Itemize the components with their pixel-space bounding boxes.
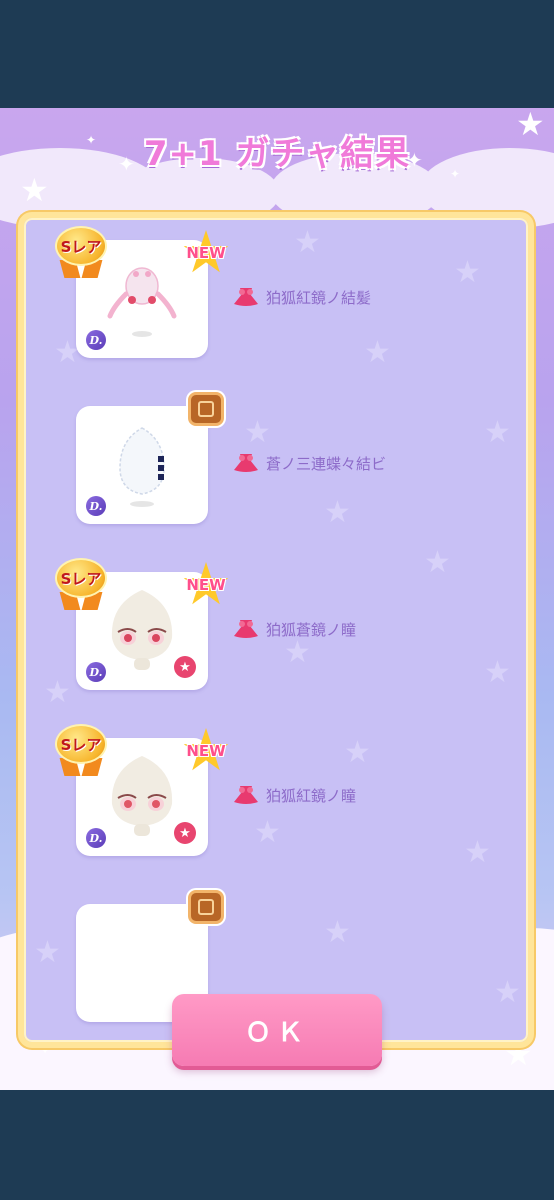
eyes-art [111, 756, 173, 836]
sparkle-icon: ★ [20, 171, 49, 209]
rarity-badge: Sレア [52, 558, 110, 616]
results-list[interactable]: ★ ★ ★ ★ ★ ★ ★ ★ ★ ★ ★ ★ ★ ★ ★ ★ ★ D. Sレア… [18, 212, 534, 1048]
designer-badge: D. [86, 662, 106, 682]
bag-icon [188, 392, 224, 426]
item-name-row: 狛狐蒼鏡ノ瞳 [232, 616, 356, 642]
rarity-badge: Sレア [52, 724, 110, 782]
item-card[interactable]: D. [76, 406, 208, 524]
popup-title: 7+1 ガチャ結果 [143, 134, 411, 174]
gacha-result-popup: ★ ✦ ✦ ✦ ★ ✦ ★ ★ ✦ ★ ✦ ★ 7+1 ガチャ結果 ★ ★ ★ … [0, 108, 554, 1090]
bag-icon [188, 890, 224, 924]
new-badge: ★ NEW [180, 218, 232, 286]
favorite-star-icon: ★ [174, 656, 196, 678]
dress-icon [234, 288, 258, 306]
dress-icon [234, 454, 258, 472]
ribbon-accessory-art [119, 427, 165, 507]
result-row[interactable]: D. Sレア ★ NEW 狛狐紅鏡ノ結髪 [24, 220, 528, 360]
dress-icon [234, 620, 258, 638]
top-system-bar [0, 0, 554, 108]
rarity-badge: Sレア [52, 226, 110, 284]
item-name: 蒼ノ三連蝶々結ビ [266, 454, 387, 473]
item-name-row: 狛狐紅鏡ノ瞳 [232, 782, 356, 808]
new-badge: ★ NEW [180, 550, 232, 618]
favorite-star-icon: ★ [174, 822, 196, 844]
designer-badge: D. [86, 330, 106, 350]
item-name: 狛狐紅鏡ノ瞳 [266, 786, 357, 805]
item-name-row: 狛狐紅鏡ノ結髪 [232, 284, 371, 310]
hair-accessory-art [107, 267, 177, 337]
item-name-row: 蒼ノ三連蝶々結ビ [232, 450, 386, 476]
result-row[interactable]: D. ★ Sレア ★ NEW 狛狐紅鏡ノ瞳 [24, 718, 528, 858]
item-name: 狛狐蒼鏡ノ瞳 [266, 620, 357, 639]
dress-icon [234, 786, 258, 804]
item-name: 狛狐紅鏡ノ結髪 [266, 288, 372, 307]
designer-badge: D. [86, 828, 106, 848]
result-row[interactable]: D. 蒼ノ三連蝶々結ビ [24, 386, 528, 526]
ok-button[interactable]: ＯＫ [172, 994, 382, 1066]
designer-badge: D. [86, 496, 106, 516]
bottom-system-bar [0, 1090, 554, 1200]
result-row[interactable]: D. ★ Sレア ★ NEW 狛狐蒼鏡ノ瞳 [24, 552, 528, 692]
new-badge: ★ NEW [180, 716, 232, 784]
eyes-art [111, 590, 173, 670]
